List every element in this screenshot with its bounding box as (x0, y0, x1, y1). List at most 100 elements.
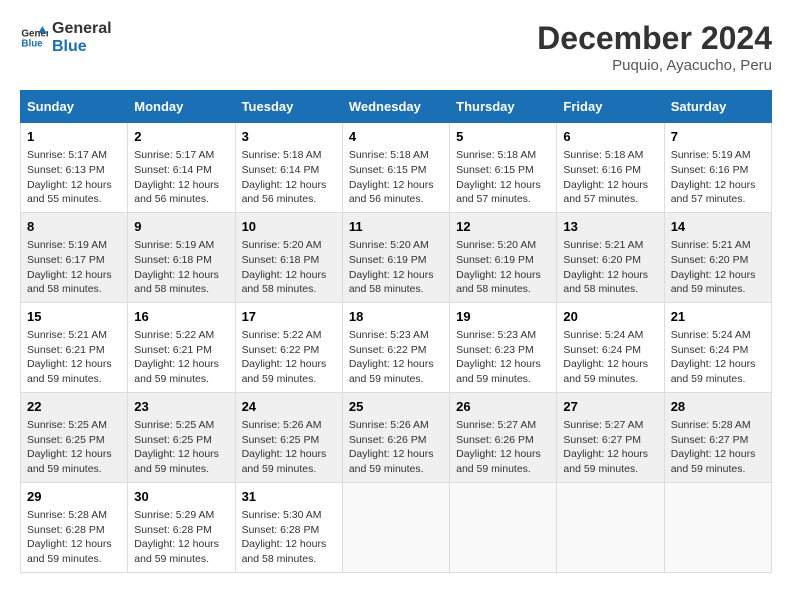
cell-details: Sunrise: 5:28 AMSunset: 6:28 PMDaylight:… (27, 508, 121, 567)
day-number: 23 (134, 398, 228, 416)
cell-details: Sunrise: 5:22 AMSunset: 6:21 PMDaylight:… (134, 328, 228, 387)
cell-details: Sunrise: 5:20 AMSunset: 6:19 PMDaylight:… (456, 238, 550, 297)
calendar-cell: 23 Sunrise: 5:25 AMSunset: 6:25 PMDayligh… (128, 392, 235, 482)
calendar-cell: 11 Sunrise: 5:20 AMSunset: 6:19 PMDayligh… (342, 212, 449, 302)
calendar-cell: 21 Sunrise: 5:24 AMSunset: 6:24 PMDayligh… (664, 302, 771, 392)
day-number: 25 (349, 398, 443, 416)
day-number: 9 (134, 218, 228, 236)
day-number: 13 (563, 218, 657, 236)
cell-details: Sunrise: 5:23 AMSunset: 6:22 PMDaylight:… (349, 328, 443, 387)
calendar-cell: 12 Sunrise: 5:20 AMSunset: 6:19 PMDayligh… (450, 212, 557, 302)
page-header: General Blue General Blue December 2024 … (20, 20, 772, 74)
calendar-cell: 14Sunrise: 5:21 AMSunset: 6:20 PMDayligh… (664, 212, 771, 302)
header-row: SundayMondayTuesdayWednesdayThursdayFrid… (21, 91, 772, 123)
title-area: December 2024 Puquio, Ayacucho, Peru (537, 20, 772, 74)
cell-details: Sunrise: 5:17 AMSunset: 6:13 PMDaylight:… (27, 148, 121, 207)
calendar-cell: 7 Sunrise: 5:19 AMSunset: 6:16 PMDaylight… (664, 123, 771, 213)
day-number: 2 (134, 128, 228, 146)
calendar-cell: 27 Sunrise: 5:27 AMSunset: 6:27 PMDayligh… (557, 392, 664, 482)
cell-details: Sunrise: 5:24 AMSunset: 6:24 PMDaylight:… (671, 328, 765, 387)
cell-details: Sunrise: 5:19 AMSunset: 6:16 PMDaylight:… (671, 148, 765, 207)
calendar-cell: 29 Sunrise: 5:28 AMSunset: 6:28 PMDayligh… (21, 482, 128, 572)
calendar-week-4: 22 Sunrise: 5:25 AMSunset: 6:25 PMDayligh… (21, 392, 772, 482)
calendar-cell (664, 482, 771, 572)
day-number: 7 (671, 128, 765, 146)
cell-details: Sunrise: 5:20 AMSunset: 6:19 PMDaylight:… (349, 238, 443, 297)
calendar-cell: 17Sunrise: 5:22 AMSunset: 6:22 PMDayligh… (235, 302, 342, 392)
day-number: 21 (671, 308, 765, 326)
day-number: 27 (563, 398, 657, 416)
cell-details: Sunrise: 5:25 AMSunset: 6:25 PMDaylight:… (134, 418, 228, 477)
header-tuesday: Tuesday (235, 91, 342, 123)
cell-details: Sunrise: 5:26 AMSunset: 6:25 PMDaylight:… (242, 418, 336, 477)
cell-details: Sunrise: 5:27 AMSunset: 6:26 PMDaylight:… (456, 418, 550, 477)
calendar-cell (342, 482, 449, 572)
calendar-cell: 15Sunrise: 5:21 AMSunset: 6:21 PMDayligh… (21, 302, 128, 392)
page-title: December 2024 (537, 20, 772, 57)
header-monday: Monday (128, 91, 235, 123)
calendar-cell: 5Sunrise: 5:18 AMSunset: 6:15 PMDaylight… (450, 123, 557, 213)
day-number: 22 (27, 398, 121, 416)
calendar-cell: 20Sunrise: 5:24 AMSunset: 6:24 PMDayligh… (557, 302, 664, 392)
day-number: 31 (242, 488, 336, 506)
header-friday: Friday (557, 91, 664, 123)
cell-details: Sunrise: 5:24 AMSunset: 6:24 PMDaylight:… (563, 328, 657, 387)
day-number: 30 (134, 488, 228, 506)
calendar-cell: 24 Sunrise: 5:26 AMSunset: 6:25 PMDayligh… (235, 392, 342, 482)
calendar-cell: 2 Sunrise: 5:17 AMSunset: 6:14 PMDaylight… (128, 123, 235, 213)
cell-details: Sunrise: 5:20 AMSunset: 6:18 PMDaylight:… (242, 238, 336, 297)
calendar-cell: 1 Sunrise: 5:17 AMSunset: 6:13 PMDaylight… (21, 123, 128, 213)
day-number: 19 (456, 308, 550, 326)
cell-details: Sunrise: 5:18 AMSunset: 6:15 PMDaylight:… (349, 148, 443, 207)
calendar-cell: 18Sunrise: 5:23 AMSunset: 6:22 PMDayligh… (342, 302, 449, 392)
day-number: 24 (242, 398, 336, 416)
cell-details: Sunrise: 5:27 AMSunset: 6:27 PMDaylight:… (563, 418, 657, 477)
cell-details: Sunrise: 5:19 AMSunset: 6:18 PMDaylight:… (134, 238, 228, 297)
cell-details: Sunrise: 5:21 AMSunset: 6:20 PMDaylight:… (563, 238, 657, 297)
day-number: 3 (242, 128, 336, 146)
day-number: 12 (456, 218, 550, 236)
calendar-cell: 3 Sunrise: 5:18 AMSunset: 6:14 PMDaylight… (235, 123, 342, 213)
calendar-cell: 9 Sunrise: 5:19 AMSunset: 6:18 PMDaylight… (128, 212, 235, 302)
day-number: 1 (27, 128, 121, 146)
calendar-cell: 8 Sunrise: 5:19 AMSunset: 6:17 PMDaylight… (21, 212, 128, 302)
calendar-cell: 13 Sunrise: 5:21 AMSunset: 6:20 PMDayligh… (557, 212, 664, 302)
calendar-cell: 19Sunrise: 5:23 AMSunset: 6:23 PMDayligh… (450, 302, 557, 392)
calendar-cell: 10 Sunrise: 5:20 AMSunset: 6:18 PMDayligh… (235, 212, 342, 302)
day-number: 16 (134, 308, 228, 326)
day-number: 11 (349, 218, 443, 236)
header-thursday: Thursday (450, 91, 557, 123)
cell-details: Sunrise: 5:19 AMSunset: 6:17 PMDaylight:… (27, 238, 121, 297)
cell-details: Sunrise: 5:30 AMSunset: 6:28 PMDaylight:… (242, 508, 336, 567)
calendar-cell: 31 Sunrise: 5:30 AMSunset: 6:28 PMDayligh… (235, 482, 342, 572)
calendar-cell: 22Sunrise: 5:25 AMSunset: 6:25 PMDayligh… (21, 392, 128, 482)
day-number: 8 (27, 218, 121, 236)
header-sunday: Sunday (21, 91, 128, 123)
day-number: 6 (563, 128, 657, 146)
calendar-cell: 4Sunrise: 5:18 AMSunset: 6:15 PMDaylight… (342, 123, 449, 213)
cell-details: Sunrise: 5:26 AMSunset: 6:26 PMDaylight:… (349, 418, 443, 477)
calendar-week-3: 15Sunrise: 5:21 AMSunset: 6:21 PMDayligh… (21, 302, 772, 392)
header-wednesday: Wednesday (342, 91, 449, 123)
logo-text-line1: General (52, 20, 112, 38)
calendar-week-5: 29 Sunrise: 5:28 AMSunset: 6:28 PMDayligh… (21, 482, 772, 572)
calendar-cell (450, 482, 557, 572)
calendar-cell: 30 Sunrise: 5:29 AMSunset: 6:28 PMDayligh… (128, 482, 235, 572)
calendar-week-1: 1 Sunrise: 5:17 AMSunset: 6:13 PMDaylight… (21, 123, 772, 213)
calendar-cell: 6 Sunrise: 5:18 AMSunset: 6:16 PMDaylight… (557, 123, 664, 213)
cell-details: Sunrise: 5:29 AMSunset: 6:28 PMDaylight:… (134, 508, 228, 567)
day-number: 10 (242, 218, 336, 236)
cell-details: Sunrise: 5:21 AMSunset: 6:20 PMDaylight:… (671, 238, 765, 297)
calendar-table: SundayMondayTuesdayWednesdayThursdayFrid… (20, 90, 772, 573)
calendar-cell: 25 Sunrise: 5:26 AMSunset: 6:26 PMDayligh… (342, 392, 449, 482)
cell-details: Sunrise: 5:17 AMSunset: 6:14 PMDaylight:… (134, 148, 228, 207)
calendar-week-2: 8 Sunrise: 5:19 AMSunset: 6:17 PMDaylight… (21, 212, 772, 302)
cell-details: Sunrise: 5:18 AMSunset: 6:16 PMDaylight:… (563, 148, 657, 207)
cell-details: Sunrise: 5:18 AMSunset: 6:14 PMDaylight:… (242, 148, 336, 207)
svg-text:Blue: Blue (21, 38, 43, 49)
day-number: 28 (671, 398, 765, 416)
logo: General Blue General Blue (20, 20, 112, 55)
day-number: 29 (27, 488, 121, 506)
calendar-cell (557, 482, 664, 572)
cell-details: Sunrise: 5:22 AMSunset: 6:22 PMDaylight:… (242, 328, 336, 387)
